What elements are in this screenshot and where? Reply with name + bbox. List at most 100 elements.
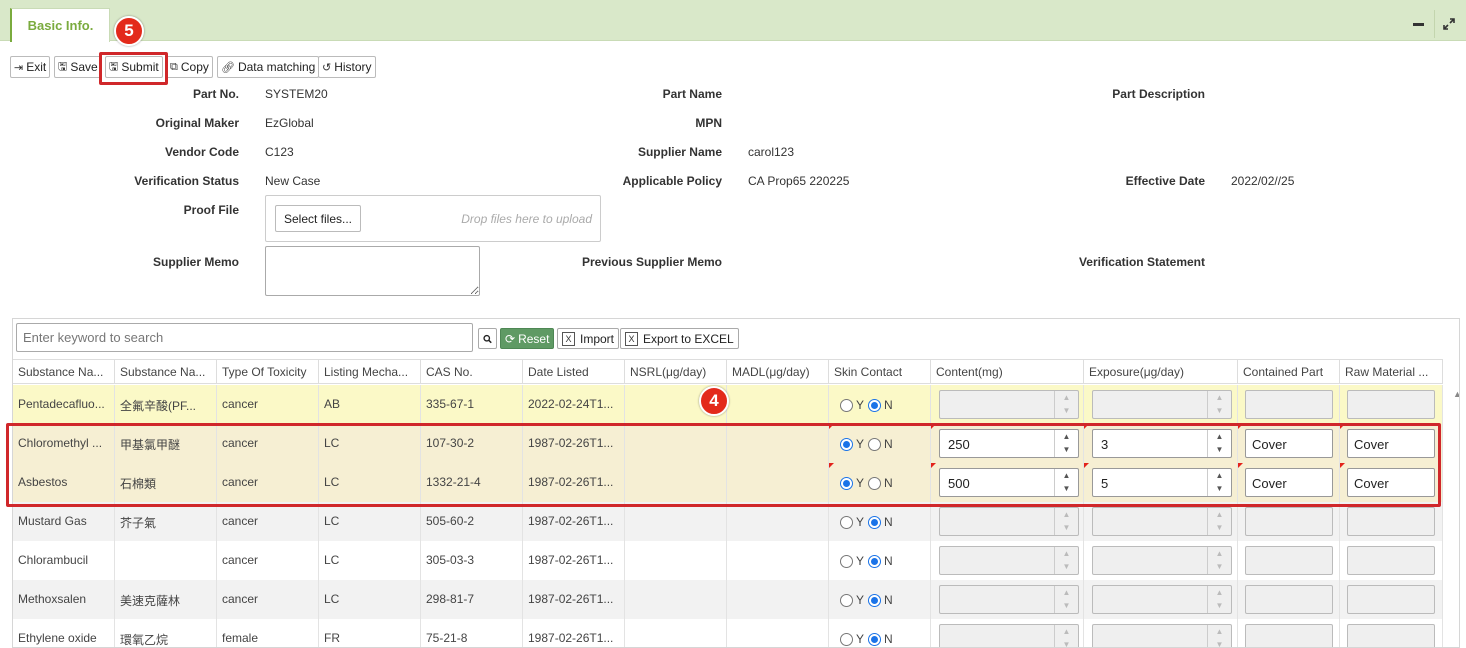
import-button[interactable]: X Import bbox=[557, 328, 620, 349]
skin-contact-y-radio[interactable] bbox=[840, 515, 853, 529]
contained-part-input[interactable] bbox=[1245, 585, 1333, 614]
spinner-arrows[interactable]: ▲ ▼ bbox=[1207, 547, 1231, 574]
spin-up-icon[interactable]: ▲ bbox=[1063, 510, 1071, 519]
contained-part-input[interactable] bbox=[1245, 507, 1333, 536]
contained-part-input[interactable] bbox=[1245, 390, 1333, 419]
spinner-arrows[interactable]: ▲ ▼ bbox=[1207, 391, 1231, 418]
spin-up-icon[interactable]: ▲ bbox=[1216, 627, 1224, 636]
col-exposure[interactable]: Exposure(μg/day) bbox=[1084, 359, 1238, 384]
spin-up-icon[interactable]: ▲ bbox=[1216, 549, 1224, 558]
spin-down-icon[interactable]: ▼ bbox=[1063, 641, 1071, 647]
spin-down-icon[interactable]: ▼ bbox=[1216, 524, 1224, 532]
spin-down-icon[interactable]: ▼ bbox=[1063, 602, 1071, 610]
spin-up-icon[interactable]: ▲ bbox=[1063, 549, 1071, 558]
spinner-arrows[interactable]: ▲ ▼ bbox=[1207, 625, 1231, 647]
supplier-memo-input[interactable] bbox=[265, 246, 480, 296]
exposure-input[interactable]: ▲ ▼ bbox=[1092, 546, 1232, 575]
skin-contact-n-radio[interactable] bbox=[868, 632, 882, 646]
skin-contact-y-radio[interactable] bbox=[840, 632, 853, 646]
raw-material-input[interactable] bbox=[1347, 624, 1435, 647]
col-cas-no[interactable]: CAS No. bbox=[421, 359, 523, 384]
content-mg-input[interactable]: ▲ ▼ bbox=[939, 546, 1079, 575]
exit-button[interactable]: ⇥ Exit bbox=[10, 56, 51, 78]
spinner-arrows[interactable]: ▲ ▼ bbox=[1207, 586, 1231, 613]
skin-contact-n-label: N bbox=[884, 632, 893, 646]
data-matching-button[interactable]: 🔗︎ Data matching bbox=[217, 56, 320, 78]
skin-contact-y-radio[interactable] bbox=[840, 398, 853, 412]
spin-up-icon[interactable]: ▲ bbox=[1216, 510, 1224, 519]
table-row[interactable]: Chlorambucil cancer LC 305-03-3 1987-02-26T1… bbox=[13, 541, 1443, 580]
skin-contact-n-radio[interactable] bbox=[868, 554, 882, 568]
spinner-arrows[interactable]: ▲ ▼ bbox=[1054, 625, 1078, 647]
search-button[interactable] bbox=[478, 328, 497, 349]
cell-cas-no: 298-81-7 bbox=[421, 580, 523, 619]
exposure-input[interactable]: ▲ ▼ bbox=[1092, 585, 1232, 614]
table-row[interactable]: Ethylene oxide 環氧乙烷 female FR 75-21-8 1987-02… bbox=[13, 619, 1443, 647]
cell-cas-no: 335-67-1 bbox=[421, 385, 523, 424]
table-row[interactable]: Methoxsalen 美速克薩林 cancer LC 298-81-7 1987-02-… bbox=[13, 580, 1443, 619]
scroll-up-arrow[interactable]: ▲ bbox=[1453, 389, 1459, 399]
spin-down-icon[interactable]: ▼ bbox=[1216, 563, 1224, 571]
spin-up-icon[interactable]: ▲ bbox=[1063, 627, 1071, 636]
save-button[interactable]: 🖫 Save bbox=[54, 56, 102, 78]
skin-contact-y-radio[interactable] bbox=[840, 554, 853, 568]
spinner-arrows[interactable]: ▲ ▼ bbox=[1054, 391, 1078, 418]
table-row[interactable]: Mustard Gas 芥子氣 cancer LC 505-60-2 1987-02-26… bbox=[13, 502, 1443, 541]
col-skin-contact[interactable]: Skin Contact bbox=[829, 359, 931, 384]
history-button[interactable]: ↺ History bbox=[318, 56, 376, 78]
tab-basic-info[interactable]: Basic Info. bbox=[10, 8, 110, 42]
col-content[interactable]: Content(mg) bbox=[931, 359, 1084, 384]
content-mg-input[interactable]: ▲ ▼ bbox=[939, 390, 1079, 419]
content-mg-input[interactable]: ▲ ▼ bbox=[939, 585, 1079, 614]
col-substance-name-zh[interactable]: Substance Na... bbox=[115, 359, 217, 384]
export-excel-button[interactable]: X Export to EXCEL bbox=[620, 328, 739, 349]
spin-down-icon[interactable]: ▼ bbox=[1063, 407, 1071, 415]
tab-bar: Basic Info. bbox=[0, 0, 1466, 42]
raw-material-input[interactable] bbox=[1347, 546, 1435, 575]
col-type-of-toxicity[interactable]: Type Of Toxicity bbox=[217, 359, 319, 384]
spin-down-icon[interactable]: ▼ bbox=[1063, 563, 1071, 571]
raw-material-input[interactable] bbox=[1347, 390, 1435, 419]
spin-down-icon[interactable]: ▼ bbox=[1216, 407, 1224, 415]
copy-button[interactable]: ⧉ Copy bbox=[166, 56, 213, 78]
contained-part-input[interactable] bbox=[1245, 546, 1333, 575]
exposure-input[interactable]: ▲ ▼ bbox=[1092, 624, 1232, 647]
history-label: History bbox=[334, 60, 372, 74]
minimize-button[interactable] bbox=[1404, 10, 1432, 38]
col-listing-mechanism[interactable]: Listing Mecha... bbox=[319, 359, 421, 384]
exposure-input[interactable]: ▲ ▼ bbox=[1092, 507, 1232, 536]
maximize-button[interactable] bbox=[1434, 10, 1462, 38]
reset-button[interactable]: ⟳ Reset bbox=[500, 328, 555, 349]
content-mg-input[interactable]: ▲ ▼ bbox=[939, 624, 1079, 647]
spin-up-icon[interactable]: ▲ bbox=[1063, 588, 1071, 597]
spin-down-icon[interactable]: ▼ bbox=[1063, 524, 1071, 532]
spinner-arrows[interactable]: ▲ ▼ bbox=[1207, 508, 1231, 535]
col-raw-material[interactable]: Raw Material ... bbox=[1340, 359, 1443, 384]
col-nsrl[interactable]: NSRL(μg/day) bbox=[625, 359, 727, 384]
spinner-arrows[interactable]: ▲ ▼ bbox=[1054, 547, 1078, 574]
exposure-input[interactable]: ▲ ▼ bbox=[1092, 390, 1232, 419]
file-dropzone[interactable]: Select files... Drop files here to uploa… bbox=[265, 195, 601, 242]
search-input[interactable] bbox=[16, 323, 473, 352]
spinner-arrows[interactable]: ▲ ▼ bbox=[1054, 586, 1078, 613]
raw-material-input[interactable] bbox=[1347, 507, 1435, 536]
spinner-arrows[interactable]: ▲ ▼ bbox=[1054, 508, 1078, 535]
col-substance-name-en[interactable]: Substance Na... bbox=[13, 359, 115, 384]
skin-contact-n-radio[interactable] bbox=[868, 515, 882, 529]
spin-up-icon[interactable]: ▲ bbox=[1216, 588, 1224, 597]
spin-up-icon[interactable]: ▲ bbox=[1063, 393, 1071, 402]
skin-contact-y-radio[interactable] bbox=[840, 593, 853, 607]
skin-contact-n-radio[interactable] bbox=[868, 398, 882, 412]
spin-down-icon[interactable]: ▼ bbox=[1216, 641, 1224, 647]
cell-cas-no: 505-60-2 bbox=[421, 502, 523, 541]
contained-part-input[interactable] bbox=[1245, 624, 1333, 647]
skin-contact-n-radio[interactable] bbox=[868, 593, 882, 607]
content-mg-input[interactable]: ▲ ▼ bbox=[939, 507, 1079, 536]
col-date-listed[interactable]: Date Listed bbox=[523, 359, 625, 384]
select-files-button[interactable]: Select files... bbox=[275, 205, 361, 232]
raw-material-input[interactable] bbox=[1347, 585, 1435, 614]
col-madl[interactable]: MADL(μg/day) bbox=[727, 359, 829, 384]
spin-down-icon[interactable]: ▼ bbox=[1216, 602, 1224, 610]
col-contained-part[interactable]: Contained Part bbox=[1238, 359, 1340, 384]
spin-up-icon[interactable]: ▲ bbox=[1216, 393, 1224, 402]
